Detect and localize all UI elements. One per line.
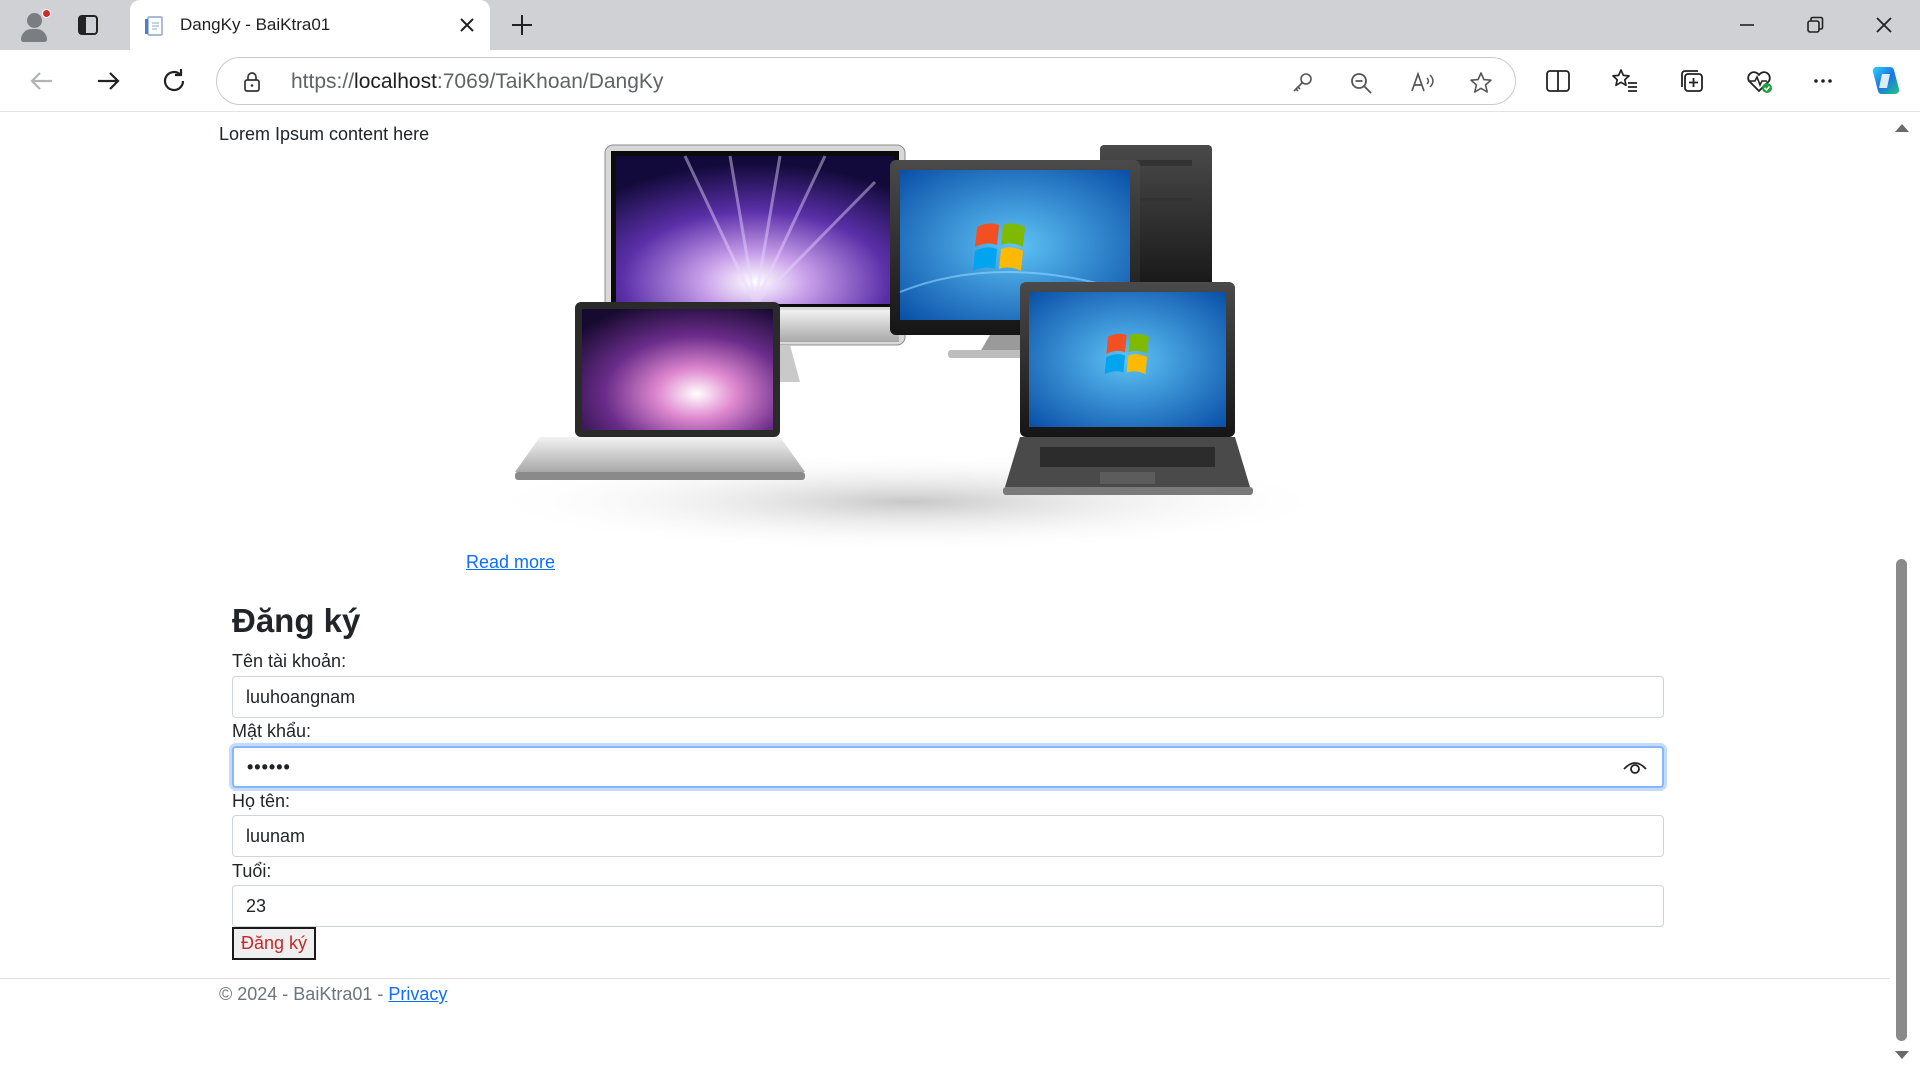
computers-hero-image [480, 144, 1340, 547]
scroll-up-icon[interactable] [1895, 124, 1909, 132]
fullname-input[interactable]: luunam [232, 815, 1664, 857]
address-bar[interactable]: https://localhost:7069/TaiKhoan/DangKy [216, 57, 1516, 105]
age-input[interactable]: 23 [232, 885, 1664, 927]
scrollbar-thumb[interactable] [1896, 559, 1907, 1041]
back-icon[interactable] [26, 65, 58, 97]
age-label: Tuổi: [232, 861, 272, 881]
favorite-star-icon[interactable] [1468, 70, 1494, 96]
close-window-icon[interactable] [1871, 12, 1897, 38]
copilot-icon[interactable] [1868, 63, 1904, 99]
favorites-icon[interactable] [1610, 66, 1640, 96]
password-key-icon[interactable] [1289, 70, 1315, 96]
browser-essentials-icon[interactable] [1744, 66, 1774, 96]
lock-icon[interactable] [241, 71, 263, 93]
footer-divider [0, 978, 1890, 979]
tab-title: DangKy - BaiKtra01 [180, 15, 331, 34]
page-viewport: Lorem Ipsum content here Read more Đăng … [0, 112, 1920, 1080]
profile-icon[interactable] [16, 7, 52, 43]
more-icon[interactable] [1808, 66, 1838, 96]
restore-icon[interactable] [1802, 12, 1828, 38]
read-more-link[interactable]: Read more [466, 552, 555, 573]
zoom-out-icon[interactable] [1348, 70, 1374, 96]
active-tab[interactable]: DangKy - BaiKtra01 [130, 0, 490, 50]
page-favicon-icon [145, 16, 163, 36]
footer-copyright: © 2024 - BaiKtra01 - [219, 984, 389, 1004]
register-button[interactable]: Đăng ký [232, 927, 317, 960]
forward-icon[interactable] [92, 65, 124, 97]
browser-tab-bar: DangKy - BaiKtra01 [0, 0, 1920, 50]
url-text[interactable]: https://localhost:7069/TaiKhoan/DangKy [291, 70, 663, 94]
lorem-text: Lorem Ipsum content here [219, 124, 430, 144]
browser-toolbar: https://localhost:7069/TaiKhoan/DangKy [0, 50, 1920, 112]
new-tab-icon[interactable] [509, 12, 535, 38]
fullname-label: Họ tên: [232, 791, 291, 811]
privacy-link[interactable]: Privacy [388, 984, 447, 1004]
refresh-icon[interactable] [158, 65, 190, 97]
minimize-icon[interactable] [1734, 12, 1760, 38]
show-password-icon[interactable] [1622, 757, 1648, 777]
split-screen-icon[interactable] [1543, 66, 1573, 96]
username-input[interactable]: luuhoangnam [232, 676, 1664, 718]
password-label: Mật khẩu: [232, 721, 312, 741]
close-tab-icon[interactable] [456, 14, 478, 36]
tab-actions-icon[interactable] [76, 13, 100, 37]
username-label: Tên tài khoản: [232, 651, 347, 671]
footer: © 2024 - BaiKtra01 - Privacy [219, 984, 447, 1005]
password-masked-value: •••••• [247, 757, 291, 777]
read-aloud-icon[interactable] [1409, 70, 1435, 96]
form-title: Đăng ký [232, 602, 361, 639]
scroll-down-icon[interactable] [1895, 1051, 1909, 1059]
collections-icon[interactable] [1677, 66, 1707, 96]
password-input[interactable]: •••••• [232, 746, 1664, 788]
